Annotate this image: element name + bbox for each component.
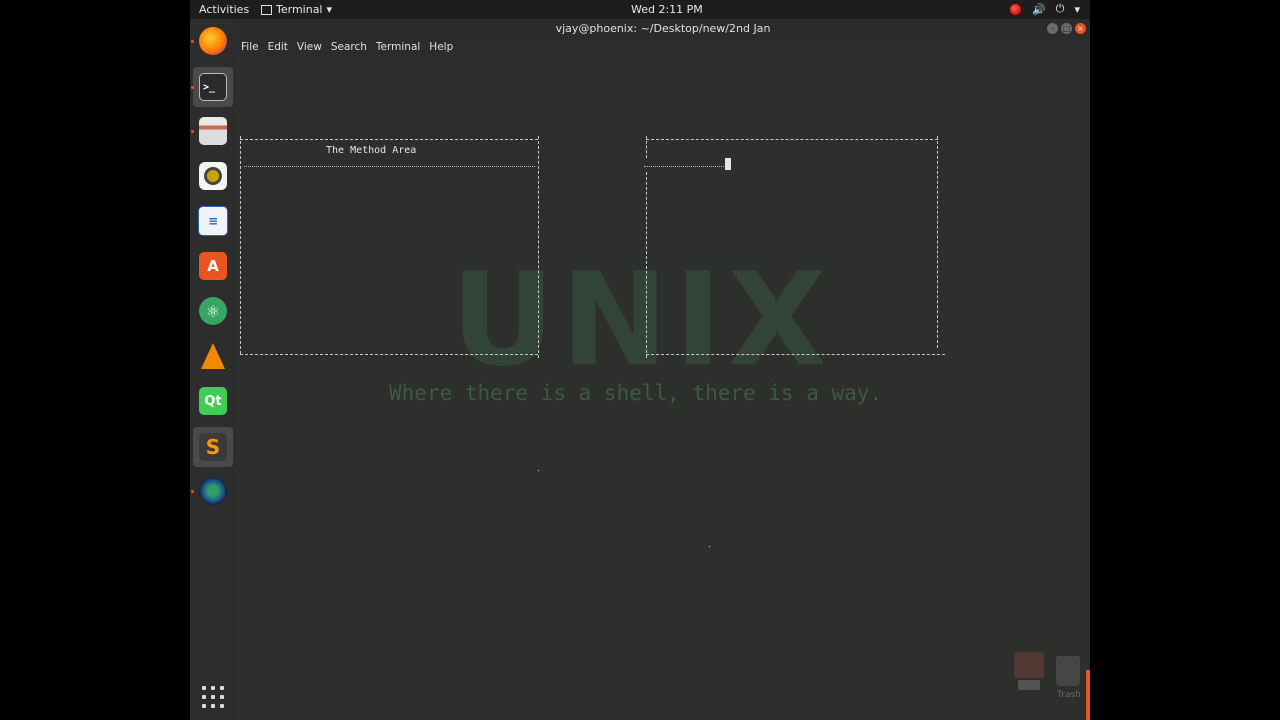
dock-item-writer[interactable]: ≡ <box>196 204 230 238</box>
running-indicator <box>191 40 194 43</box>
dock-item-rhythmbox[interactable] <box>196 159 230 193</box>
power-icon[interactable]: ⏻ <box>1056 2 1065 16</box>
scrollbar[interactable] <box>1086 670 1090 720</box>
menu-help[interactable]: Help <box>424 38 457 56</box>
text-cursor <box>725 158 731 170</box>
dock: >_ ≡ A ⚛ Qt S <box>190 19 237 720</box>
dock-item-vlc[interactable] <box>196 339 230 373</box>
running-indicator <box>191 490 194 493</box>
terminal-menubar: File Edit View Search Terminal Help <box>236 38 1090 56</box>
window-title: vjay@phoenix: ~/Desktop/new/2nd Jan <box>555 22 771 35</box>
chevron-down-icon: ▾ <box>326 3 333 16</box>
running-indicator <box>191 130 194 133</box>
clock[interactable]: Wed 2:11 PM <box>631 3 703 16</box>
files-icon <box>199 117 227 145</box>
close-icon[interactable]: × <box>1075 23 1086 34</box>
firefox-icon <box>199 27 227 55</box>
terminal-icon: >_ <box>199 73 227 101</box>
menu-edit[interactable]: Edit <box>263 38 292 56</box>
software-store-icon: A <box>199 252 227 280</box>
menu-view[interactable]: View <box>292 38 326 56</box>
menu-file[interactable]: File <box>236 38 263 56</box>
window-titlebar[interactable]: vjay@phoenix: ~/Desktop/new/2nd Jan – □ … <box>236 19 1090 38</box>
terminal-body[interactable]: UNIX Where there is a shell, there is a … <box>236 56 1090 720</box>
dock-item-qt[interactable]: Qt <box>196 384 230 418</box>
running-indicator <box>191 86 194 89</box>
system-tray[interactable]: 🔊 ⏻ ▾ <box>1009 2 1080 16</box>
speaker-icon <box>199 162 227 190</box>
maximize-icon[interactable]: □ <box>1061 23 1072 34</box>
dock-item-files[interactable] <box>196 114 230 148</box>
app-menu-label: Terminal <box>276 3 323 16</box>
camera-icon <box>199 477 227 505</box>
ascii-box-method-area: The Method Area <box>240 136 540 358</box>
vlc-cone-icon <box>201 343 225 369</box>
document-icon: ≡ <box>198 206 228 236</box>
dock-item-terminal[interactable]: >_ <box>193 67 233 107</box>
box-title: The Method Area <box>326 145 417 156</box>
menu-terminal[interactable]: Terminal <box>371 38 424 56</box>
drive-icon <box>1018 680 1040 690</box>
terminal-icon <box>261 4 272 15</box>
sublime-icon: S <box>199 433 227 461</box>
volume-icon[interactable]: 🔊 <box>1032 3 1046 16</box>
window-controls: – □ × <box>1047 23 1086 34</box>
desktop-screen: Activities Terminal ▾ Wed 2:11 PM 🔊 ⏻ ▾ … <box>190 0 1090 720</box>
trash-icon <box>1056 656 1080 686</box>
atom-icon: ⚛ <box>199 297 227 325</box>
folder-icon <box>1014 652 1044 678</box>
dock-item-sublime[interactable]: S <box>193 427 233 467</box>
dock-item-atom[interactable]: ⚛ <box>196 294 230 328</box>
dock-item-firefox[interactable] <box>196 24 230 58</box>
chevron-down-icon[interactable]: ▾ <box>1074 3 1080 16</box>
menu-search[interactable]: Search <box>326 38 371 56</box>
dock-item-camera[interactable] <box>196 474 230 508</box>
show-applications-icon[interactable] <box>202 686 224 708</box>
dock-item-software[interactable]: A <box>196 249 230 283</box>
activities-button[interactable]: Activities <box>199 3 249 16</box>
minimize-icon[interactable]: – <box>1047 23 1058 34</box>
qt-icon: Qt <box>199 387 227 415</box>
wallpaper-tagline: Where there is a shell, there is a way. <box>389 381 883 405</box>
app-menu[interactable]: Terminal ▾ <box>261 3 332 16</box>
top-bar: Activities Terminal ▾ Wed 2:11 PM 🔊 ⏻ ▾ <box>190 0 1090 19</box>
trash-label: Trash <box>1057 690 1081 700</box>
record-icon[interactable] <box>1009 2 1023 16</box>
ascii-box-second <box>644 136 946 358</box>
